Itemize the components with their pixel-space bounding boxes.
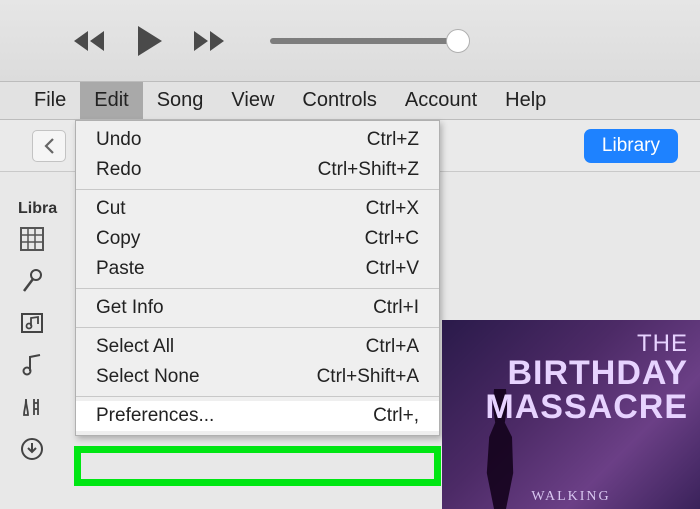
menu-item-shortcut: Ctrl+A [366, 336, 419, 358]
menu-item-select-all[interactable]: Select All Ctrl+A [76, 332, 439, 362]
menu-separator [76, 396, 439, 397]
menu-item-label: Cut [96, 198, 126, 220]
menu-item-shortcut: Ctrl+C [365, 228, 419, 250]
menu-item-label: Get Info [96, 297, 164, 319]
highlight-rectangle [74, 446, 441, 486]
menu-item-get-info[interactable]: Get Info Ctrl+I [76, 293, 439, 323]
library-section-label: Libra [18, 200, 57, 218]
menu-item-label: Redo [96, 159, 141, 181]
menu-item-select-none[interactable]: Select None Ctrl+Shift+A [76, 362, 439, 392]
menu-help[interactable]: Help [491, 82, 560, 119]
microphone-icon[interactable] [18, 267, 46, 295]
volume-slider[interactable] [270, 38, 458, 44]
album-icon[interactable] [18, 309, 46, 337]
sidebar [18, 225, 58, 463]
menu-item-shortcut: Ctrl+V [366, 258, 419, 280]
menu-item-shortcut: Ctrl+, [373, 405, 419, 427]
edit-menu-dropdown: Undo Ctrl+Z Redo Ctrl+Shift+Z Cut Ctrl+X Co… [75, 120, 440, 436]
menu-item-shortcut: Ctrl+X [366, 198, 419, 220]
fast-forward-button[interactable] [192, 29, 226, 53]
menu-item-shortcut: Ctrl+Shift+A [317, 366, 419, 388]
menu-file[interactable]: File [20, 82, 80, 119]
menu-item-cut[interactable]: Cut Ctrl+X [76, 194, 439, 224]
menu-item-undo[interactable]: Undo Ctrl+Z [76, 125, 439, 155]
download-icon[interactable] [18, 435, 46, 463]
menu-item-redo[interactable]: Redo Ctrl+Shift+Z [76, 155, 439, 185]
menu-view[interactable]: View [217, 82, 288, 119]
music-note-icon[interactable] [18, 351, 46, 379]
menu-item-paste[interactable]: Paste Ctrl+V [76, 254, 439, 284]
volume-knob[interactable] [446, 29, 470, 53]
menu-separator [76, 288, 439, 289]
menu-item-shortcut: Ctrl+Z [367, 129, 419, 151]
menu-item-label: Select None [96, 366, 200, 388]
menu-item-copy[interactable]: Copy Ctrl+C [76, 224, 439, 254]
menu-item-label: Paste [96, 258, 145, 280]
menu-item-label: Preferences... [96, 405, 214, 427]
back-button[interactable] [32, 130, 66, 162]
player-bar [0, 0, 700, 82]
menu-controls[interactable]: Controls [288, 82, 390, 119]
album-art[interactable]: THE BIRTHDAY MASSACRE WALKING [442, 320, 700, 509]
menu-item-preferences[interactable]: Preferences... Ctrl+, [76, 401, 439, 431]
menu-item-label: Copy [96, 228, 140, 250]
album-title: THE BIRTHDAY MASSACRE [485, 332, 688, 424]
library-button[interactable]: Library [584, 129, 678, 163]
play-button[interactable] [132, 24, 166, 58]
menu-item-shortcut: Ctrl+I [373, 297, 419, 319]
genre-icon[interactable] [18, 393, 46, 421]
album-subtitle: WALKING [531, 489, 610, 505]
menu-bar: File Edit Song View Controls Account Hel… [0, 82, 700, 120]
rewind-button[interactable] [72, 29, 106, 53]
menu-edit[interactable]: Edit [80, 82, 142, 119]
menu-separator [76, 189, 439, 190]
grid-icon[interactable] [18, 225, 46, 253]
menu-song[interactable]: Song [143, 82, 218, 119]
menu-separator [76, 327, 439, 328]
menu-item-label: Select All [96, 336, 174, 358]
menu-account[interactable]: Account [391, 82, 491, 119]
menu-item-shortcut: Ctrl+Shift+Z [318, 159, 419, 181]
menu-item-label: Undo [96, 129, 141, 151]
